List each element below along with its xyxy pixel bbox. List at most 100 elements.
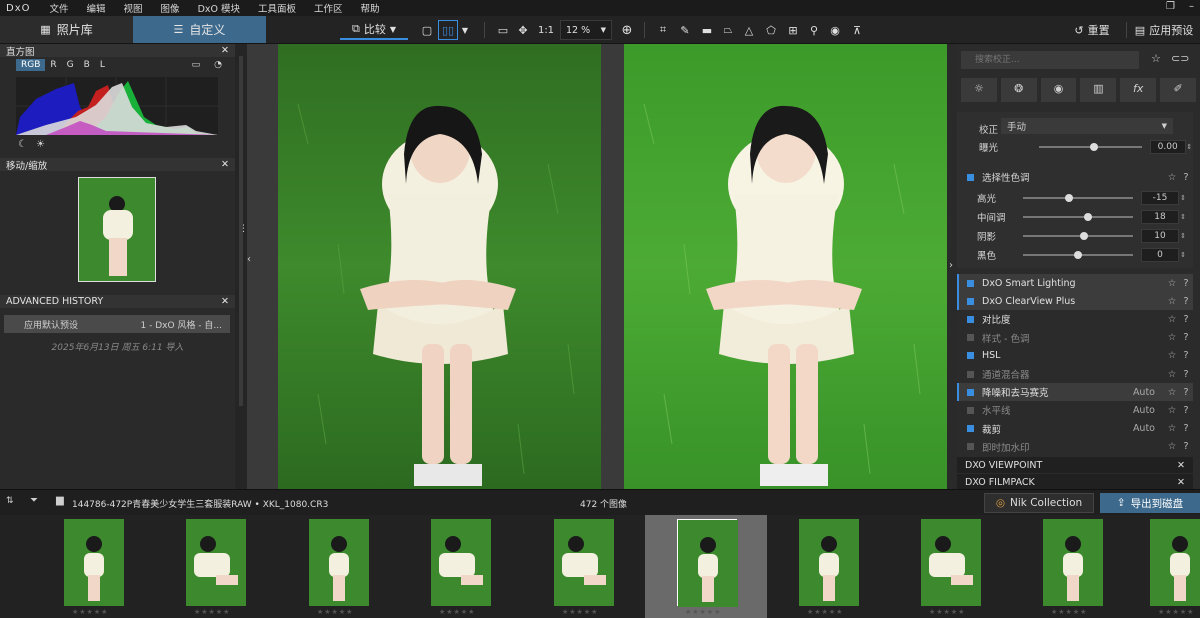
module-row[interactable]: DxO ClearView Plus ☆? bbox=[957, 292, 1193, 311]
corrected-image[interactable] bbox=[624, 44, 947, 489]
tab-b[interactable]: B bbox=[79, 59, 95, 71]
crop-icon[interactable]: ⌗ bbox=[654, 20, 672, 40]
selective-tone-header[interactable]: 选择性色调 ☆ ? bbox=[957, 168, 1193, 186]
close-icon[interactable]: ✕ bbox=[221, 159, 229, 170]
tone-slider-value[interactable]: 0 bbox=[1141, 247, 1179, 262]
split-view-icon[interactable]: ▯▯ bbox=[438, 20, 458, 40]
film-thumbnail[interactable] bbox=[1150, 519, 1200, 606]
rating-stars[interactable]: ★★★★★ bbox=[1158, 608, 1194, 616]
correction-select[interactable]: 手动 ▼ bbox=[1001, 118, 1173, 134]
module-row[interactable]: 对比度 ☆? bbox=[957, 310, 1193, 328]
module-row[interactable]: 降噪和去马赛克 Auto ☆? bbox=[957, 383, 1193, 402]
help-icon[interactable]: ? bbox=[1179, 423, 1193, 434]
filmpack-section[interactable]: DXO FILMPACK ✕ bbox=[957, 474, 1193, 490]
menu-dxo-modules[interactable]: DxO 模块 bbox=[189, 1, 249, 15]
stepper-icon[interactable]: ⇕ bbox=[1179, 251, 1187, 259]
menu-help[interactable]: 帮助 bbox=[352, 1, 389, 15]
exposure-slider[interactable] bbox=[1038, 142, 1142, 151]
rating-stars[interactable]: ★★★★★ bbox=[562, 608, 598, 616]
left-scrollbar[interactable]: ⋮ bbox=[235, 44, 248, 489]
rating-stars[interactable]: ★★★★★ bbox=[685, 608, 721, 616]
rating-stars[interactable]: ★★★★★ bbox=[194, 608, 230, 616]
perspective-icon[interactable]: ⏢ bbox=[719, 20, 737, 40]
module-row[interactable]: 样式 - 色调 ☆? bbox=[957, 329, 1193, 347]
tone-slider-value[interactable]: 18 bbox=[1141, 209, 1179, 224]
move-icon[interactable]: ✥ bbox=[514, 20, 532, 40]
detail-tab-icon[interactable]: ◉ bbox=[1040, 78, 1077, 102]
tab-g[interactable]: G bbox=[62, 59, 79, 71]
help-icon[interactable]: ? bbox=[1179, 332, 1193, 343]
collapse-right-icon[interactable]: › bbox=[949, 260, 953, 271]
tab-photo-library[interactable]: ▦ 照片库 bbox=[0, 16, 133, 43]
film-thumbnail[interactable] bbox=[799, 519, 859, 606]
eyedropper-icon[interactable]: ✎ bbox=[676, 20, 694, 40]
rating-stars[interactable]: ★★★★★ bbox=[439, 608, 475, 616]
eye-icon[interactable]: ◉ bbox=[826, 20, 844, 40]
star-icon[interactable]: ☆ bbox=[1165, 441, 1179, 452]
menu-workspace[interactable]: 工作区 bbox=[305, 1, 352, 15]
watermark-icon[interactable]: ⊼ bbox=[848, 20, 866, 40]
filter-icon[interactable]: ⏷ bbox=[30, 495, 38, 506]
color-tab-icon[interactable]: ❂ bbox=[1000, 78, 1037, 102]
help-icon[interactable]: ? bbox=[1179, 172, 1193, 183]
film-thumbnail[interactable] bbox=[431, 519, 491, 606]
single-view-icon[interactable]: ▢ bbox=[418, 20, 436, 40]
fit-screen-icon[interactable]: ▭ bbox=[494, 20, 512, 40]
tone-slider[interactable] bbox=[1023, 250, 1133, 259]
stepper-icon[interactable]: ⇕ bbox=[1179, 194, 1187, 202]
film-thumbnail[interactable] bbox=[309, 519, 369, 606]
star-icon[interactable]: ☆ bbox=[1165, 350, 1179, 361]
module-enable-toggle[interactable] bbox=[967, 443, 974, 451]
film-thumbnail[interactable] bbox=[1043, 519, 1103, 606]
close-icon[interactable]: ✕ bbox=[1177, 477, 1185, 488]
rating-stars[interactable]: ★★★★★ bbox=[1051, 608, 1087, 616]
module-enable-toggle[interactable] bbox=[967, 315, 974, 323]
module-row[interactable]: 裁剪 Auto ☆? bbox=[957, 420, 1193, 438]
tone-slider[interactable] bbox=[1023, 193, 1133, 202]
volume-deformation-icon[interactable]: △ bbox=[740, 20, 758, 40]
module-enable-toggle[interactable] bbox=[967, 279, 974, 287]
zoom-select[interactable]: 12 % ▼ bbox=[560, 20, 612, 40]
tab-l[interactable]: L bbox=[95, 59, 110, 71]
nik-collection-button[interactable]: ◎ Nik Collection bbox=[984, 493, 1094, 513]
rating-stars[interactable]: ★★★★★ bbox=[929, 608, 965, 616]
star-icon[interactable]: ☆ bbox=[1165, 296, 1179, 307]
tone-slider-knob[interactable] bbox=[1065, 193, 1074, 202]
viewpoint-section[interactable]: DXO VIEWPOINT ✕ bbox=[957, 457, 1193, 473]
film-thumbnail[interactable] bbox=[186, 519, 246, 606]
star-icon[interactable]: ☆ bbox=[1165, 332, 1179, 343]
horizon-icon[interactable]: ▬ bbox=[698, 20, 716, 40]
menu-image[interactable]: 图像 bbox=[152, 1, 189, 15]
geometry-tab-icon[interactable]: ▥ bbox=[1080, 78, 1117, 102]
light-tab-icon[interactable]: ☼ bbox=[961, 78, 997, 102]
local-adjust-icon[interactable]: ⬠ bbox=[762, 20, 780, 40]
module-enable-toggle[interactable] bbox=[967, 425, 974, 433]
tone-slider-knob[interactable] bbox=[1074, 250, 1082, 259]
repair-icon[interactable]: ⚲ bbox=[805, 20, 823, 40]
rating-stars[interactable]: ★★★★★ bbox=[72, 608, 108, 616]
menu-file[interactable]: 文件 bbox=[41, 1, 78, 15]
tone-slider-knob[interactable] bbox=[1083, 212, 1092, 221]
tone-slider-value[interactable]: 10 bbox=[1141, 228, 1179, 243]
one-to-one-button[interactable]: 1:1 bbox=[536, 20, 556, 40]
collapse-right-bar[interactable]: › bbox=[947, 44, 957, 489]
help-icon[interactable]: ? bbox=[1179, 314, 1193, 325]
star-icon[interactable]: ☆ bbox=[1165, 314, 1179, 325]
film-thumbnail[interactable] bbox=[64, 519, 124, 606]
close-icon[interactable]: ✕ bbox=[221, 45, 229, 56]
tone-slider[interactable] bbox=[1023, 212, 1133, 221]
sun-icon[interactable]: ☀ bbox=[36, 139, 45, 150]
menu-edit[interactable]: 编辑 bbox=[78, 1, 115, 15]
collapse-left-icon[interactable]: ‹ bbox=[247, 254, 251, 265]
toggle-icon[interactable]: ⊂⊃ bbox=[1171, 52, 1189, 65]
module-enable-toggle[interactable] bbox=[967, 334, 974, 342]
menu-view[interactable]: 视图 bbox=[115, 1, 152, 15]
rating-stars[interactable]: ★★★★★ bbox=[807, 608, 843, 616]
film-thumbnail[interactable] bbox=[677, 519, 738, 607]
clip-warning-icon[interactable]: ◔ bbox=[209, 59, 227, 71]
monitor-icon[interactable]: ▭ bbox=[187, 59, 206, 71]
local-tab-icon[interactable]: ✐ bbox=[1160, 78, 1196, 102]
tab-rgb[interactable]: RGB bbox=[16, 59, 46, 71]
restore-window-icon[interactable]: ❐ bbox=[1166, 1, 1175, 12]
module-row[interactable]: HSL ☆? bbox=[957, 347, 1193, 365]
